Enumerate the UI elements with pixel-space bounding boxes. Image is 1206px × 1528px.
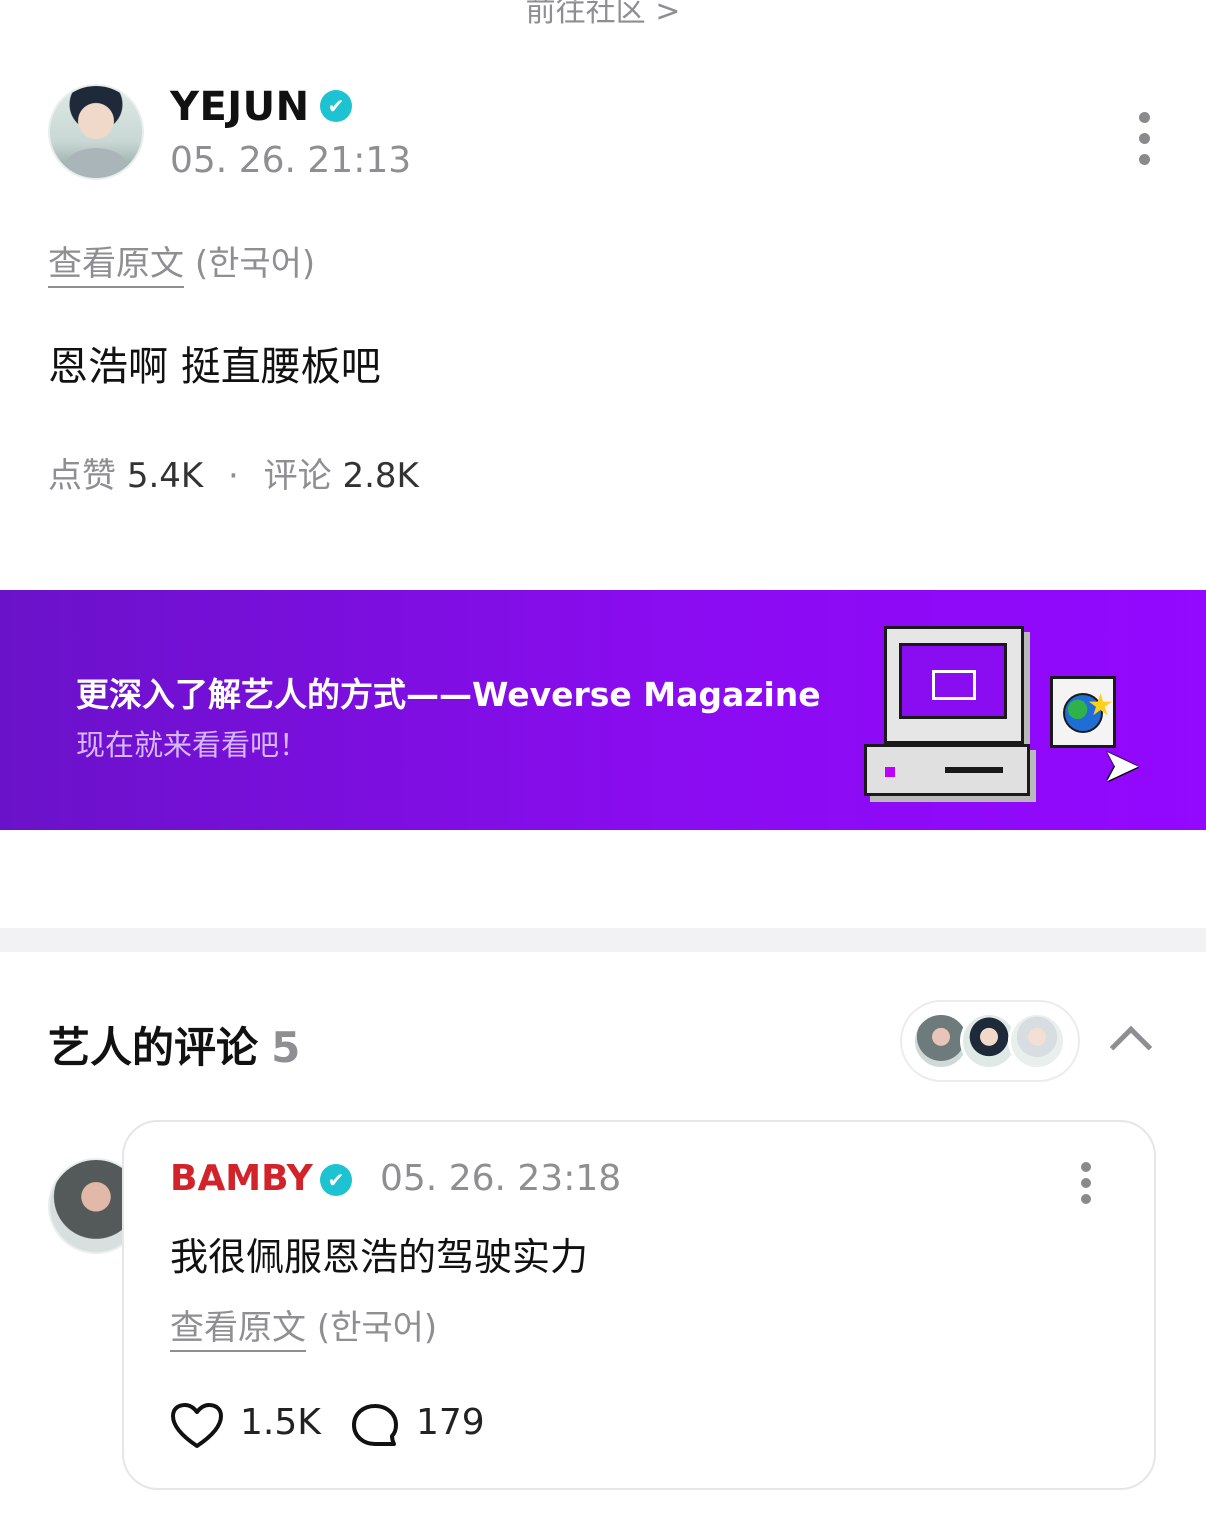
post-detail-page: 前往社区 > YEJUN ✔ 05. 26. 21:13 查看原文 (한국어) … <box>0 0 1206 1528</box>
likes-count[interactable]: 5.4K <box>127 456 203 496</box>
verified-badge-icon: ✔ <box>320 1164 352 1196</box>
post-body: 恩浩啊 挺直腰板吧 <box>48 344 381 390</box>
stats-separator: · <box>228 456 239 496</box>
section-count: 5 <box>271 1023 301 1072</box>
post-time: 05. 26. 21:13 <box>170 140 412 181</box>
magazine-banner[interactable]: 更深入了解艺人的方式——Weverse Magazine 现在就来看看吧！ ★ … <box>0 590 1206 830</box>
more-options-icon[interactable] <box>1132 112 1156 168</box>
view-original-link[interactable]: 查看原文 <box>48 244 184 288</box>
post-stats: 点赞 5.4K · 评论 2.8K <box>48 448 419 497</box>
artist-comments-header: 艺人的评论 5 <box>48 1000 1158 1082</box>
comment-likes-count: 1.5K <box>240 1402 321 1443</box>
author-avatar[interactable] <box>48 84 144 180</box>
comments-count[interactable]: 2.8K <box>342 456 418 496</box>
cursor-arrow-icon: ➤ <box>1102 738 1141 792</box>
retro-computer-illustration: ★ ➤ <box>864 626 1144 802</box>
comment-view-original-row: 查看原文 (한국어) <box>170 1300 438 1352</box>
comment-bubble-icon[interactable] <box>350 1402 400 1450</box>
monitor-icon <box>884 626 1024 744</box>
comment-view-original-link[interactable]: 查看原文 <box>170 1308 306 1352</box>
banner-subtitle: 现在就来看看吧！ <box>76 728 309 762</box>
likes-label: 点赞 <box>48 456 116 496</box>
computer-base-icon <box>864 744 1030 796</box>
comment-more-options-icon[interactable] <box>1074 1162 1098 1204</box>
comments-label: 评论 <box>263 456 332 496</box>
comment-author-name[interactable]: BAMBY <box>170 1158 313 1199</box>
artist-avatar-stack[interactable] <box>900 1000 1080 1082</box>
section-title: 艺人的评论 <box>48 1023 259 1072</box>
artist-avatar <box>1008 1012 1066 1070</box>
chevron-up-icon[interactable] <box>1106 1018 1154 1069</box>
comment-original-language: (한국어) <box>316 1308 438 1348</box>
go-to-community-link[interactable]: 前往社区 > <box>0 0 1206 30</box>
author-name[interactable]: YEJUN <box>170 84 310 130</box>
comment-body: 我很佩服恩浩的驾驶实力 <box>170 1235 589 1279</box>
banner-title: 更深入了解艺人的方式——Weverse Magazine <box>76 675 821 714</box>
comment-time: 05. 26. 23:18 <box>380 1158 622 1199</box>
original-language: (한국어) <box>194 244 316 284</box>
view-original-row: 查看原文 (한국어) <box>48 236 316 288</box>
comment-replies-count: 179 <box>416 1402 485 1443</box>
section-divider <box>0 928 1206 952</box>
heart-icon[interactable] <box>170 1402 224 1450</box>
verified-badge-icon: ✔ <box>320 90 352 122</box>
post-header: YEJUN ✔ 05. 26. 21:13 <box>48 84 1158 184</box>
